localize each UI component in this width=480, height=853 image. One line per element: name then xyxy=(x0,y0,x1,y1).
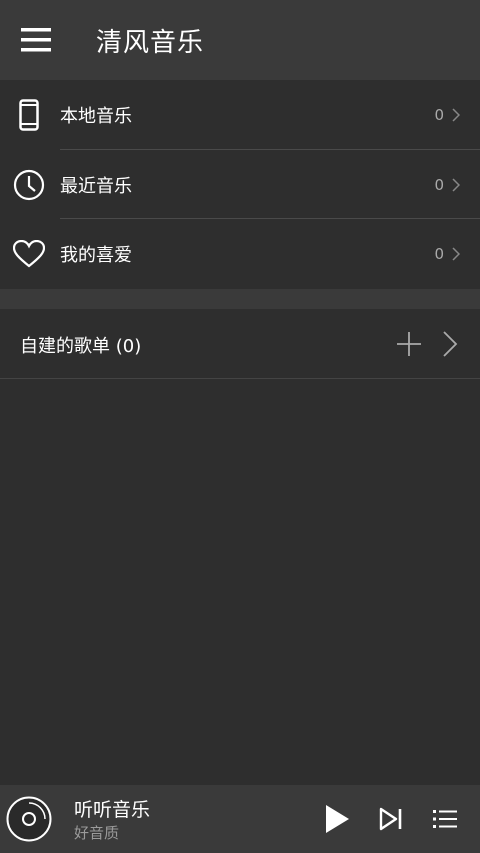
playlist-queue-button[interactable] xyxy=(430,804,460,834)
plus-icon xyxy=(397,332,421,356)
play-button[interactable] xyxy=(322,804,352,834)
chevron-right-icon xyxy=(443,331,458,357)
menu-button[interactable] xyxy=(18,22,54,58)
player-bar[interactable]: 听听音乐 好音质 xyxy=(0,785,480,853)
chevron-right-icon xyxy=(450,177,462,193)
menu-item-local-music[interactable]: 本地音乐 0 xyxy=(0,80,480,149)
playlists-label: 自建的歌单 (0) xyxy=(20,336,142,357)
menu-item-label: 本地音乐 xyxy=(60,105,132,127)
divider xyxy=(0,378,480,379)
next-button[interactable] xyxy=(376,804,406,834)
playlists-row[interactable]: 自建的歌单 (0) xyxy=(0,309,480,379)
song-title: 听听音乐 xyxy=(74,799,151,821)
album-disc-icon[interactable] xyxy=(6,796,52,842)
section-separator xyxy=(0,289,480,309)
app-title: 清风音乐 xyxy=(96,27,205,58)
menu-item-label: 我的喜爱 xyxy=(60,244,132,266)
phone-icon xyxy=(12,98,46,132)
menu-item-label: 最近音乐 xyxy=(60,175,132,197)
menu-item-count: 0 xyxy=(434,105,444,124)
menu-item-recent-music[interactable]: 最近音乐 0 xyxy=(0,150,480,219)
chevron-right-icon xyxy=(450,246,462,262)
skip-next-icon xyxy=(379,807,402,831)
list-icon xyxy=(433,810,457,828)
play-icon xyxy=(326,805,349,833)
open-playlists-button[interactable] xyxy=(440,330,460,358)
menu-item-count: 0 xyxy=(434,244,444,263)
menu-item-count: 0 xyxy=(434,175,444,194)
add-playlist-button[interactable] xyxy=(396,331,422,357)
chevron-right-icon xyxy=(450,107,462,123)
hamburger-icon xyxy=(21,28,51,52)
clock-icon xyxy=(12,168,46,202)
app-bar: 清风音乐 xyxy=(0,0,480,80)
menu-item-favorites[interactable]: 我的喜爱 0 xyxy=(0,219,480,288)
song-subtitle: 好音质 xyxy=(74,824,120,842)
heart-icon xyxy=(12,237,46,271)
